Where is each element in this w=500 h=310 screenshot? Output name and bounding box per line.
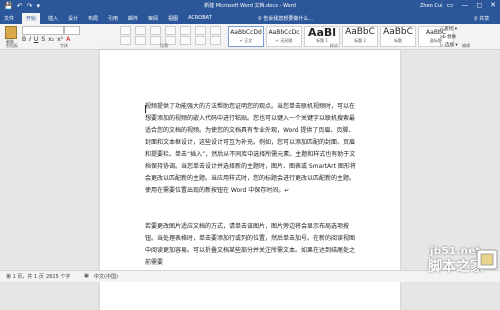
tab-acrobat[interactable]: ACROBAT	[188, 15, 212, 21]
ribbon-display-icon[interactable]: ▭	[447, 1, 454, 9]
font-size-dropdown[interactable]	[64, 26, 80, 35]
group-paragraph-label: 段落	[160, 43, 168, 48]
increase-indent-icon[interactable]	[180, 26, 191, 35]
font-name-dropdown[interactable]	[22, 26, 64, 35]
multilevel-list-icon[interactable]	[150, 26, 161, 35]
share-button[interactable]: ♀ 共享	[474, 15, 489, 22]
language-status[interactable]: 中文(中国)	[94, 273, 118, 280]
decrease-indent-icon[interactable]	[165, 26, 176, 35]
style-sample: AaBbCcDd	[230, 29, 262, 36]
style-sample: AaBl	[307, 27, 337, 38]
minimize-icon[interactable]: —	[461, 1, 468, 9]
watermark-logo-icon	[476, 249, 498, 270]
font-format-row: B I U S x₂ x² A	[22, 36, 70, 43]
paragraph-row-1	[120, 26, 221, 35]
tab-layout[interactable]: 布局	[88, 15, 98, 22]
numbering-icon[interactable]	[135, 26, 146, 35]
style-sample: AaBbCcDc	[268, 29, 300, 36]
tab-home[interactable]: 开始	[22, 13, 41, 24]
underline-icon[interactable]: U	[34, 36, 38, 43]
group-editing-label: 编辑	[462, 43, 470, 48]
style-sample: AaBbC	[383, 27, 413, 37]
maximize-icon[interactable]: ◻	[476, 1, 482, 9]
title-bar: 💾 ↶ ↷ ▾ 新建 Microsoft Word 文档.docx - Word…	[0, 0, 500, 13]
font-color-icon[interactable]: A	[66, 36, 70, 43]
page-count[interactable]: 第 1 页，共 1 页	[6, 273, 44, 280]
bold-icon[interactable]: B	[22, 36, 26, 43]
group-font-label: 字体	[60, 43, 68, 48]
tab-references[interactable]: 引用	[108, 15, 118, 22]
style-sample: AaBbC	[345, 27, 375, 37]
italic-icon[interactable]: I	[29, 36, 31, 43]
tab-review[interactable]: 审阅	[148, 15, 158, 22]
body-paragraph[interactable]: 若要更改图片适应文档的方式，请单击该图片，图片旁边将会显示布局选项按钮。当处理表…	[145, 221, 360, 269]
proofing-icon[interactable]: ▣	[84, 273, 89, 279]
subscript-icon[interactable]: x₂	[48, 36, 54, 43]
group-clipboard-label: 剪贴板	[6, 43, 18, 48]
replace-button[interactable]: ab 替换	[440, 34, 495, 40]
show-marks-icon[interactable]	[210, 26, 221, 35]
window-controls: ▭ — ◻ ✕	[447, 1, 496, 9]
user-name[interactable]: Zhen Cui	[420, 3, 442, 9]
group-styles-label: 样式	[330, 43, 338, 48]
document-area[interactable]: 视频提供了功能强大的方法帮助您证明您的观点。当您单击联机视频时，可以在想要添加的…	[0, 50, 500, 310]
body-paragraph[interactable]: 视频提供了功能强大的方法帮助您证明您的观点。当您单击联机视频时，可以在想要添加的…	[145, 101, 360, 197]
strikethrough-icon[interactable]: S	[41, 36, 45, 43]
find-button[interactable]: ρ 查找 ▾	[440, 26, 495, 32]
ribbon-tabs: 文件 开始 插入 设计 布局 引用 邮件 审阅 视图 ACROBAT ♀ 告诉我…	[0, 13, 500, 24]
bullets-icon[interactable]	[120, 26, 131, 35]
paste-button[interactable]: 粘贴	[4, 26, 17, 44]
tab-insert[interactable]: 插入	[48, 15, 58, 22]
clipboard-icon	[5, 26, 17, 39]
ribbon-group-names: 剪贴板 字体 段落 样式 编辑	[0, 43, 500, 49]
tell-me-search[interactable]: ♀ 告诉我您想要做什么...	[258, 15, 313, 22]
word-count[interactable]: 2825 个字	[46, 273, 70, 280]
status-bar: 第 1 页，共 1 页 2825 个字 ▣ 中文(中国)	[0, 270, 500, 282]
close-icon[interactable]: ✕	[490, 1, 496, 9]
tab-file[interactable]: 文件	[4, 15, 14, 22]
tab-view[interactable]: 视图	[168, 15, 178, 22]
sort-icon[interactable]	[195, 26, 206, 35]
superscript-icon[interactable]: x²	[57, 36, 63, 43]
tab-design[interactable]: 设计	[68, 15, 78, 22]
tab-mailings[interactable]: 邮件	[128, 15, 138, 22]
